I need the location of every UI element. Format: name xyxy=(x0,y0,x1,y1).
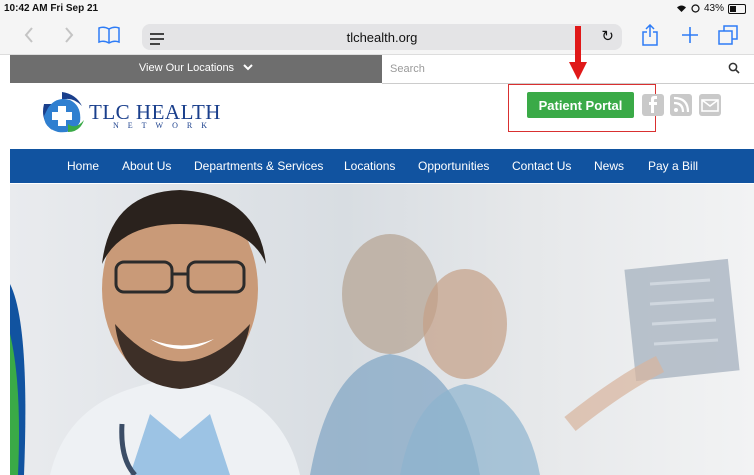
url-bar[interactable]: tlchealth.org ↻ xyxy=(142,24,622,50)
site-header: TLC HEALTH NETWORK Patient Portal xyxy=(10,84,754,148)
hero-image xyxy=(10,184,754,475)
search-input[interactable]: Search xyxy=(390,63,425,75)
logo-subtitle: NETWORK xyxy=(113,121,216,130)
nav-item-news[interactable]: News xyxy=(594,159,624,173)
reload-icon[interactable]: ↻ xyxy=(601,27,614,45)
patient-portal-button[interactable]: Patient Portal xyxy=(527,92,634,118)
top-utility-bar: View Our Locations Search xyxy=(10,55,754,84)
wifi-icon xyxy=(676,5,686,12)
battery-percent: 43% xyxy=(703,3,724,14)
share-icon[interactable] xyxy=(642,23,658,47)
main-nav: Home About Us Departments & Services Loc… xyxy=(10,149,754,183)
nav-item-about-us[interactable]: About Us xyxy=(122,159,171,173)
view-locations-dropdown[interactable]: View Our Locations xyxy=(10,62,382,74)
plus-icon[interactable] xyxy=(681,23,699,47)
status-bar: 10:42 AM Fri Sep 21 43% xyxy=(0,0,754,18)
browser-toolbar: tlchealth.org ↻ xyxy=(0,18,754,55)
status-right: 43% xyxy=(676,3,746,14)
nav-item-pay-a-bill[interactable]: Pay a Bill xyxy=(648,159,698,173)
chevron-down-icon xyxy=(243,64,253,71)
arrow-down-icon xyxy=(569,26,587,80)
hero-photo xyxy=(10,190,740,475)
nav-item-contact-us[interactable]: Contact Us xyxy=(512,159,571,173)
nav-item-departments[interactable]: Departments & Services xyxy=(194,159,323,173)
mail-icon[interactable] xyxy=(699,94,721,116)
rss-icon[interactable] xyxy=(670,94,692,116)
tabs-icon[interactable] xyxy=(718,23,738,47)
logo-cross-icon[interactable] xyxy=(38,90,86,134)
url-text: tlchealth.org xyxy=(346,30,418,45)
site-search[interactable]: Search xyxy=(382,55,754,84)
nav-item-opportunities[interactable]: Opportunities xyxy=(418,159,489,173)
forward-icon[interactable] xyxy=(64,23,74,47)
status-time: 10:42 AM Fri Sep 21 xyxy=(4,3,99,14)
facebook-icon[interactable] xyxy=(642,94,664,116)
patient-portal-label: Patient Portal xyxy=(538,97,623,113)
bookmarks-icon[interactable] xyxy=(98,23,120,47)
nav-item-home[interactable]: Home xyxy=(67,159,99,173)
search-icon[interactable] xyxy=(728,62,740,74)
view-locations-label: View Our Locations xyxy=(138,62,235,74)
orientation-lock-icon xyxy=(691,4,700,13)
nav-item-locations[interactable]: Locations xyxy=(344,159,395,173)
battery-icon xyxy=(728,3,746,14)
back-icon[interactable] xyxy=(24,23,34,47)
